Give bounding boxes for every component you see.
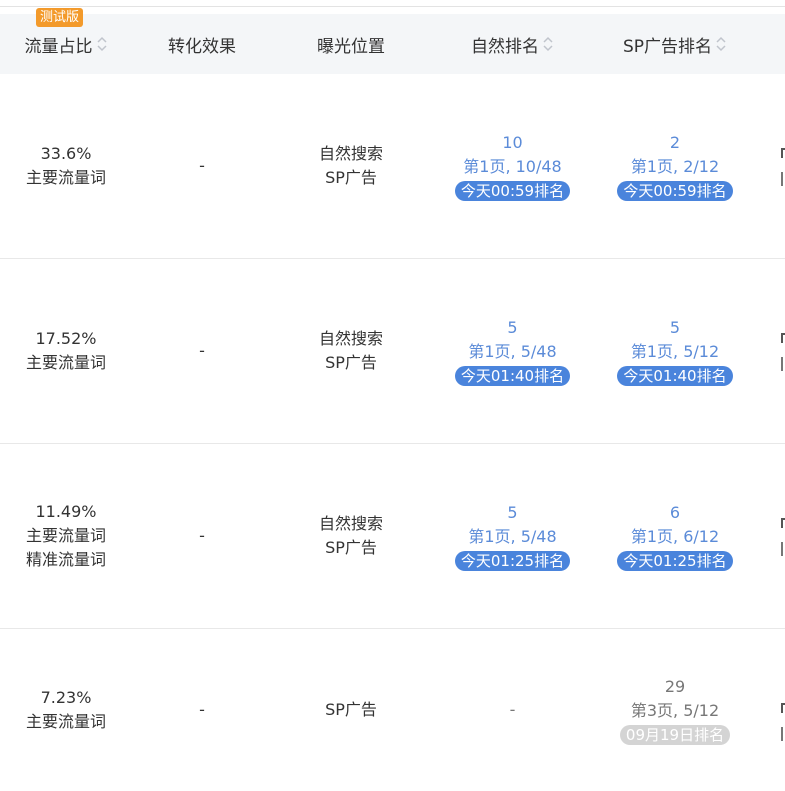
header-conversion: 转化效果 (132, 14, 272, 74)
conversion-value: - (199, 700, 205, 719)
conversion-value: - (199, 341, 205, 360)
organic-rank-cell[interactable]: 5 第1页, 5/48 今天01:40排名 (430, 259, 595, 443)
sort-icon[interactable] (715, 35, 727, 53)
table-row: 33.6% 主要流量词 - 自然搜索 SP广告 10 第1页, 10/48 今天… (0, 74, 785, 259)
keyword-type: 主要流量词 (25, 168, 106, 187)
truncated-column-edge (781, 703, 785, 713)
table-row: 7.23% 主要流量词 - SP广告 - 29 第3页, 5/12 09月19日… (0, 629, 785, 791)
exposure-cell: 自然搜索 SP广告 (272, 74, 430, 258)
truncated-column-edge (781, 727, 785, 741)
table-header: 流量占比 转化效果 曝光位置 自然排名 SP广告排名 (0, 14, 785, 74)
sort-icon[interactable] (96, 35, 108, 53)
truncated-column-edge (781, 542, 785, 556)
top-divider (0, 6, 785, 7)
sp-rank-cell[interactable]: 6 第1页, 6/12 今天01:25排名 (595, 444, 755, 628)
header-conversion-label: 转化效果 (168, 36, 236, 57)
organic-rank-cell: - (430, 629, 595, 791)
organic-page: 第1页, 5/48 (468, 342, 557, 361)
keyword-type: 主要流量词 (25, 526, 106, 545)
rank-time-badge: 今天01:40排名 (617, 366, 733, 386)
table-row: 17.52% 主要流量词 - 自然搜索 SP广告 5 第1页, 5/48 今天0… (0, 259, 785, 444)
exposure-item: 自然搜索 (318, 514, 383, 533)
share-cell: 11.49% 主要流量词 精准流量词 (0, 444, 132, 628)
sp-rank[interactable]: 5 (670, 316, 680, 340)
conversion-value: - (199, 526, 205, 545)
header-sp[interactable]: SP广告排名 (595, 14, 755, 74)
sp-rank[interactable]: 29 (665, 675, 685, 699)
organic-empty: - (509, 700, 516, 719)
rank-time-badge: 今天01:25排名 (617, 551, 733, 571)
sp-rank-cell[interactable]: 2 第1页, 2/12 今天00:59排名 (595, 74, 755, 258)
keyword-type: 主要流量词 (25, 353, 106, 372)
conversion-value: - (199, 156, 205, 175)
truncated-column-edge (781, 357, 785, 371)
conversion-cell: - (132, 444, 272, 628)
organic-page: 第1页, 5/48 (468, 527, 557, 546)
header-organic[interactable]: 自然排名 (430, 14, 595, 74)
organic-rank[interactable]: 5 (507, 501, 517, 525)
sort-icon[interactable] (542, 35, 554, 53)
exposure-item: 自然搜索 (318, 144, 383, 163)
header-sp-label: SP广告排名 (622, 36, 713, 57)
conversion-cell: - (132, 259, 272, 443)
share-cell: 17.52% 主要流量词 (0, 259, 132, 443)
organic-rank[interactable]: 5 (507, 316, 517, 340)
header-share-label: 流量占比 (24, 36, 93, 57)
sp-rank-cell[interactable]: 5 第1页, 5/12 今天01:40排名 (595, 259, 755, 443)
sp-page: 第1页, 2/12 (630, 157, 720, 176)
organic-rank-cell[interactable]: 5 第1页, 5/48 今天01:25排名 (430, 444, 595, 628)
header-organic-label: 自然排名 (471, 36, 539, 57)
truncated-column-edge (781, 333, 785, 343)
share-cell: 33.6% 主要流量词 (0, 74, 132, 258)
sp-page: 第1页, 6/12 (630, 527, 720, 546)
sp-page: 第1页, 5/12 (630, 342, 720, 361)
rank-time-badge: 今天00:59排名 (454, 181, 571, 201)
exposure-item: SP广告 (325, 168, 377, 187)
header-exposure: 曝光位置 (272, 14, 430, 74)
sp-rank[interactable]: 6 (670, 501, 680, 525)
organic-rank[interactable]: 10 (502, 131, 522, 155)
share-value: 17.52% (35, 329, 97, 348)
truncated-column-edge (781, 172, 785, 186)
keyword-type: 主要流量词 (25, 712, 106, 731)
header-exposure-label: 曝光位置 (317, 36, 385, 57)
rank-time-badge: 今天01:40排名 (454, 366, 571, 386)
truncated-column-edge (781, 518, 785, 528)
share-value: 33.6% (40, 144, 92, 163)
beta-badge: 测试版 (36, 8, 84, 27)
rank-time-badge: 今天01:25排名 (454, 551, 571, 571)
sp-rank[interactable]: 2 (670, 131, 680, 155)
sp-rank-cell[interactable]: 29 第3页, 5/12 09月19日排名 (595, 629, 755, 791)
keyword-type: 精准流量词 (25, 550, 106, 569)
exposure-item: SP广告 (325, 353, 377, 372)
exposure-item: SP广告 (325, 538, 377, 557)
exposure-cell: 自然搜索 SP广告 (272, 259, 430, 443)
sp-page: 第3页, 5/12 (630, 701, 720, 720)
exposure-item: 自然搜索 (318, 329, 383, 348)
share-cell: 7.23% 主要流量词 (0, 629, 132, 791)
share-value: 11.49% (35, 502, 97, 521)
conversion-cell: - (132, 74, 272, 258)
exposure-cell: SP广告 (272, 629, 430, 791)
exposure-cell: 自然搜索 SP广告 (272, 444, 430, 628)
share-value: 7.23% (40, 688, 92, 707)
exposure-item: SP广告 (325, 700, 377, 719)
conversion-cell: - (132, 629, 272, 791)
organic-page: 第1页, 10/48 (463, 157, 562, 176)
organic-rank-cell[interactable]: 10 第1页, 10/48 今天00:59排名 (430, 74, 595, 258)
rank-time-badge: 今天00:59排名 (617, 181, 733, 201)
truncated-column-edge (781, 148, 785, 158)
rank-time-badge: 09月19日排名 (619, 725, 731, 745)
table-row: 11.49% 主要流量词 精准流量词 - 自然搜索 SP广告 5 第1页, 5/… (0, 444, 785, 629)
